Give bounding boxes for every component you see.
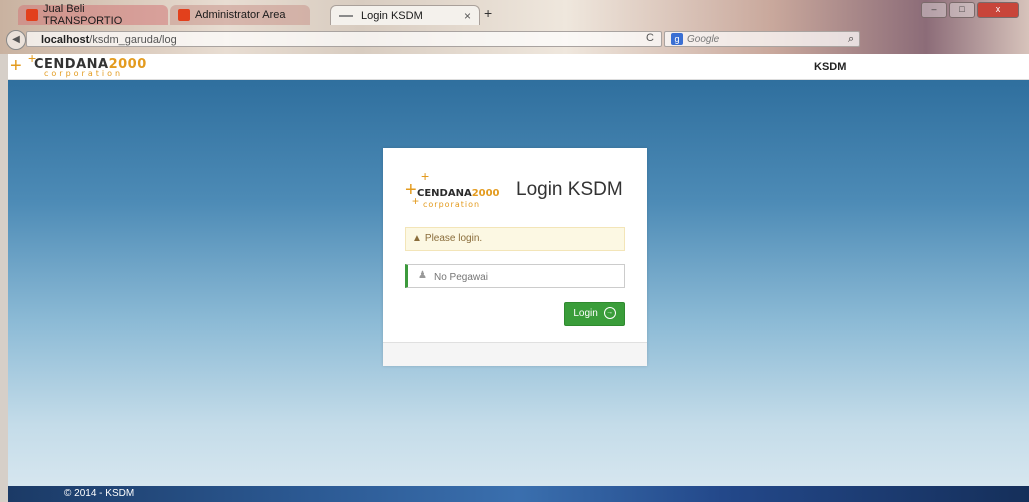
login-alert: ▲ Please login.: [405, 227, 625, 251]
tab-label: Administrator Area: [195, 9, 286, 21]
footer-text: © 2014 - KSDM: [64, 488, 135, 499]
tab-administrator-area[interactable]: Administrator Area: [170, 5, 310, 25]
url-path: /ksdm_garuda/log: [89, 34, 177, 46]
nav-ksdm-link[interactable]: KSDM: [814, 61, 846, 73]
search-placeholder: Google: [687, 34, 720, 45]
minimize-button[interactable]: –: [921, 2, 947, 18]
alert-text: Please login.: [424, 233, 483, 244]
login-button[interactable]: Login →: [564, 302, 625, 326]
arrow-right-circle-icon: →: [603, 307, 616, 320]
login-button-label: Login: [573, 308, 598, 319]
warning-icon: ▲: [412, 233, 422, 244]
navigation-row: ◀ localhost/ksdm_garuda/log C g Google ⌕: [0, 28, 1029, 50]
panel-footer: [383, 342, 647, 366]
search-bar[interactable]: g Google: [664, 31, 860, 47]
favicon-icon: [178, 9, 190, 21]
page-footer: © 2014 - KSDM: [8, 486, 1029, 502]
tab-login-ksdm[interactable]: Login KSDM ×: [330, 5, 480, 25]
tab-label: Jual Beli TRANSPORTIO: [43, 3, 123, 27]
star-icon: +: [421, 168, 430, 184]
browser-chrome: Jual Beli TRANSPORTIO Administrator Area…: [0, 0, 1029, 54]
favicon-icon: [26, 9, 38, 21]
logo-name: CENDANA2000: [417, 188, 500, 199]
address-bar[interactable]: localhost/ksdm_garuda/log: [26, 31, 662, 47]
maximize-button[interactable]: □: [949, 2, 975, 18]
search-engine-icon: g: [671, 33, 683, 46]
close-window-button[interactable]: x: [977, 2, 1019, 18]
search-icon[interactable]: ⌕: [848, 33, 854, 46]
close-tab-icon[interactable]: ×: [464, 9, 471, 23]
login-logo: + + + CENDANA2000 corporation: [405, 168, 500, 212]
back-button[interactable]: ◀: [6, 30, 26, 50]
reload-icon[interactable]: C: [646, 32, 654, 44]
star-icon: +: [10, 55, 22, 77]
login-title: Login KSDM: [516, 179, 623, 200]
url-host: localhost: [41, 34, 90, 46]
logo-subtitle: corporation: [423, 200, 481, 209]
new-tab-button[interactable]: +: [484, 5, 492, 21]
top-navbar: + + CENDANA2000 corporation KSDM: [8, 50, 1029, 80]
tab-jual-beli[interactable]: Jual Beli TRANSPORTIO: [18, 3, 168, 27]
employee-number-field: ♟: [405, 264, 625, 288]
window-border: [0, 54, 8, 502]
user-icon: ♟: [418, 270, 427, 281]
brand-subtitle: corporation: [44, 69, 124, 78]
login-panel: + + + CENDANA2000 corporation Login KSDM…: [383, 148, 647, 366]
window-controls: – □ x: [919, 2, 1019, 18]
loading-icon: [339, 14, 353, 17]
employee-number-input[interactable]: [432, 267, 616, 287]
tab-label: Login KSDM: [361, 9, 423, 22]
brand-logo[interactable]: + + CENDANA2000 corporation: [10, 50, 190, 80]
